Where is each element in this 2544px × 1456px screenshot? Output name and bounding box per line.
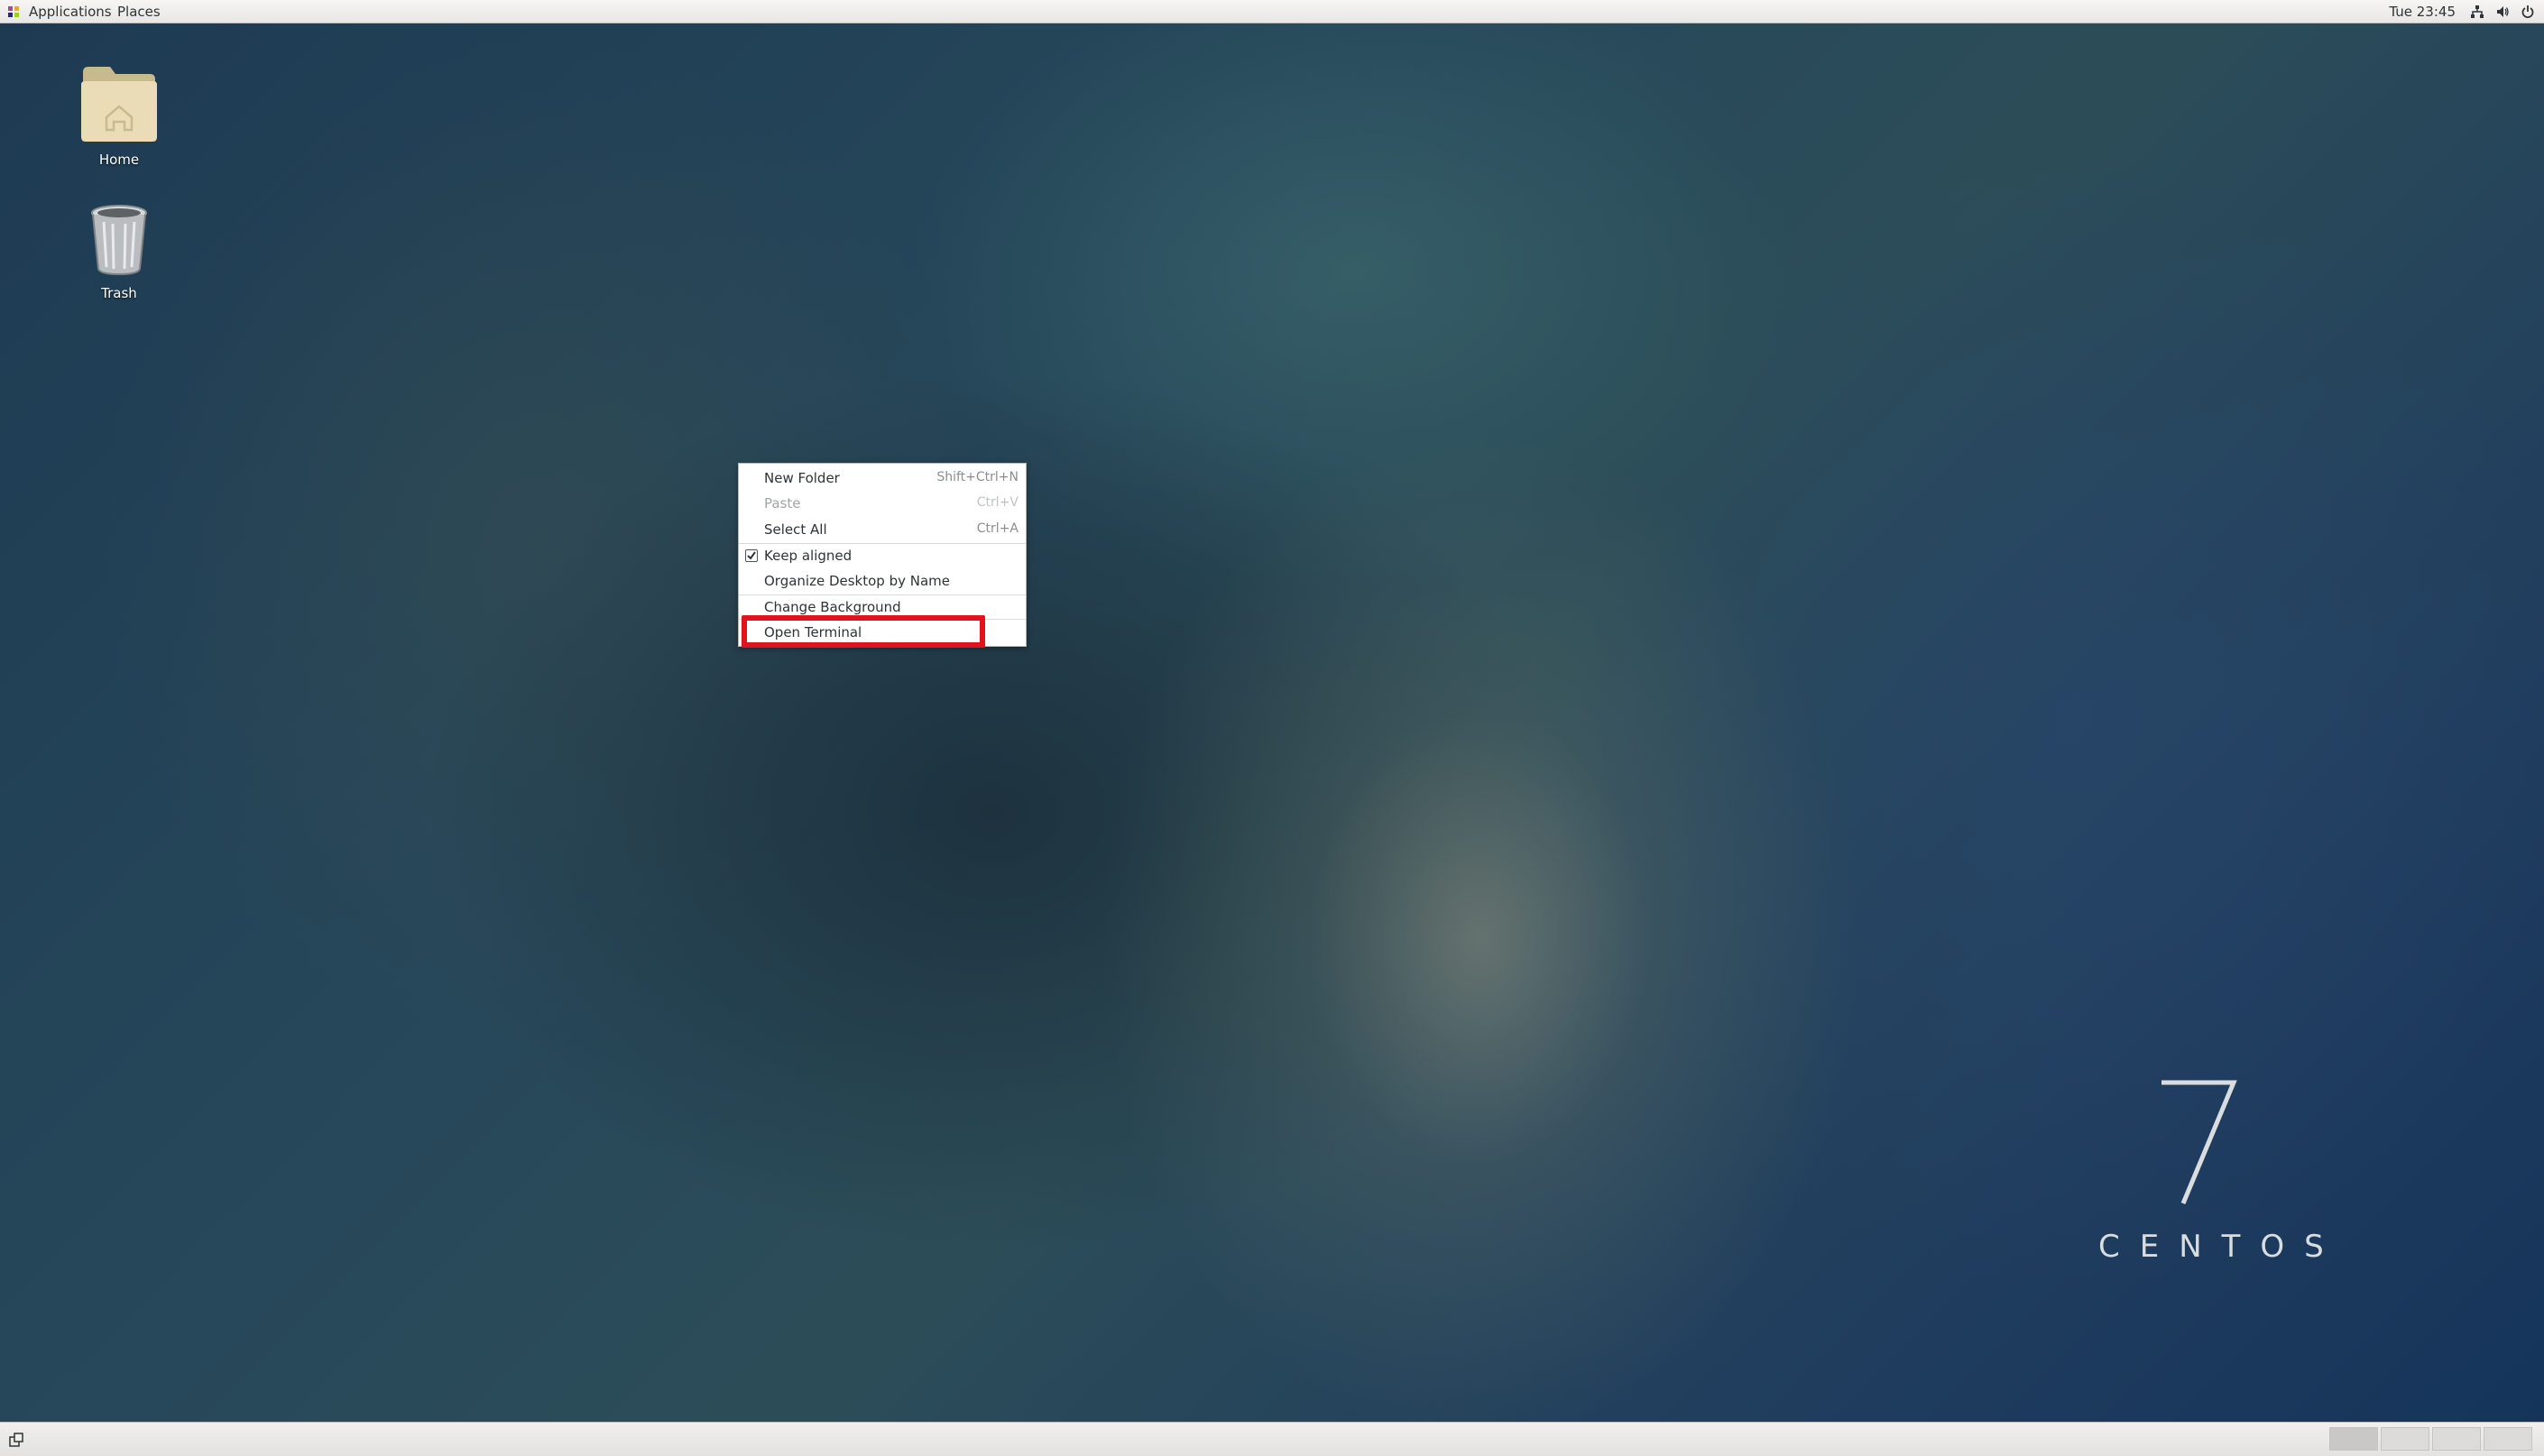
menu-item-label: Keep aligned xyxy=(764,548,853,564)
menu-item-keep-aligned[interactable]: Keep aligned xyxy=(739,543,1026,568)
applications-menu[interactable]: Applications xyxy=(29,0,112,23)
menu-item-organize-desktop[interactable]: Organize Desktop by Name xyxy=(739,568,1026,594)
power-icon[interactable] xyxy=(2521,5,2535,19)
menu-item-select-all[interactable]: Select All Ctrl+A xyxy=(739,517,1026,542)
bottom-panel xyxy=(0,1422,2544,1456)
centos-version-mark xyxy=(2161,1080,2237,1204)
centos-wordmark: CENTOS xyxy=(2098,1229,2344,1265)
workspace-2[interactable] xyxy=(2381,1427,2429,1451)
volume-icon[interactable] xyxy=(2495,5,2510,19)
menu-item-new-folder[interactable]: New Folder Shift+Ctrl+N xyxy=(739,465,1026,491)
checkbox-checked-icon[interactable] xyxy=(745,549,758,562)
trash-icon xyxy=(91,205,147,276)
menu-item-label: New Folder xyxy=(764,470,840,486)
menu-item-label: Organize Desktop by Name xyxy=(764,573,951,589)
home-folder-icon xyxy=(81,67,157,142)
workspace-3[interactable] xyxy=(2432,1427,2481,1451)
menu-item-label: Select All xyxy=(764,521,827,538)
workspace-4[interactable] xyxy=(2484,1427,2532,1451)
applications-logo-icon xyxy=(8,6,19,17)
home-label: Home xyxy=(98,152,140,168)
menu-item-shortcut: Ctrl+V xyxy=(976,495,1019,510)
menu-item-label: Change Background xyxy=(764,599,901,615)
menu-item-shortcut: Ctrl+A xyxy=(976,521,1019,536)
trash-label: Trash xyxy=(101,285,137,301)
clock[interactable]: Tue 23:45 xyxy=(2389,0,2456,23)
desktop-icon-home[interactable]: Home xyxy=(65,65,173,168)
highlight-box xyxy=(742,615,985,648)
menu-item-paste[interactable]: Paste Ctrl+V xyxy=(739,491,1026,516)
workspace-1[interactable] xyxy=(2329,1427,2378,1451)
desktop-icon-trash[interactable]: Trash xyxy=(65,204,173,301)
network-icon[interactable] xyxy=(2470,5,2484,19)
menu-item-shortcut: Shift+Ctrl+N xyxy=(936,470,1019,484)
places-menu[interactable]: Places xyxy=(117,0,161,23)
show-desktop-icon[interactable] xyxy=(7,1431,25,1449)
menu-item-label: Paste xyxy=(764,495,801,511)
top-panel: Applications Places Tue 23:45 xyxy=(0,0,2544,23)
